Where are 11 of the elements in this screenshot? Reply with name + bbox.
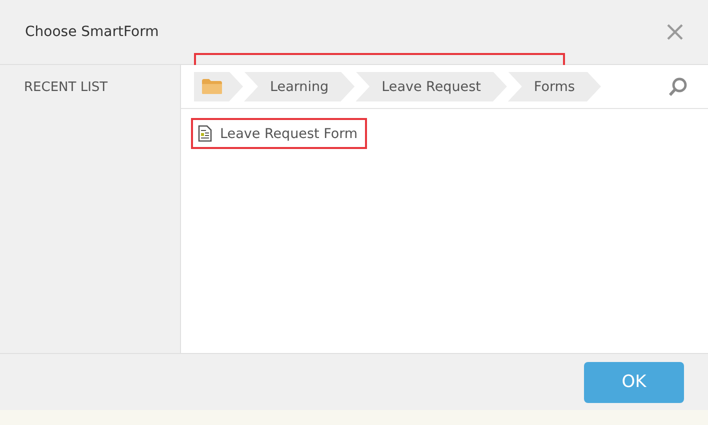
form-icon (198, 125, 212, 142)
form-item[interactable]: Leave Request Form (191, 118, 367, 149)
breadcrumb-item[interactable]: Leave Request (356, 72, 507, 102)
window-title: Choose SmartForm (25, 24, 160, 40)
sidebar-item[interactable]: RECENT LIST (24, 80, 180, 95)
search-icon[interactable] (668, 76, 688, 96)
breadcrumb-item[interactable]: Learning (244, 72, 355, 102)
breadcrumb-home[interactable] (194, 72, 243, 102)
breadcrumb-item[interactable]: Forms (508, 72, 601, 102)
folder-icon (201, 78, 223, 95)
close-icon[interactable] (666, 23, 684, 41)
